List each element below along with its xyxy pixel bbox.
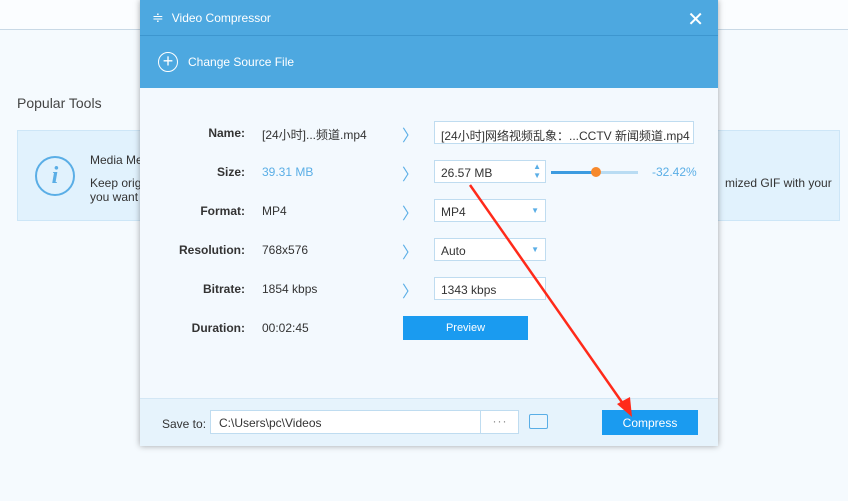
annotation-arrow <box>468 184 632 417</box>
